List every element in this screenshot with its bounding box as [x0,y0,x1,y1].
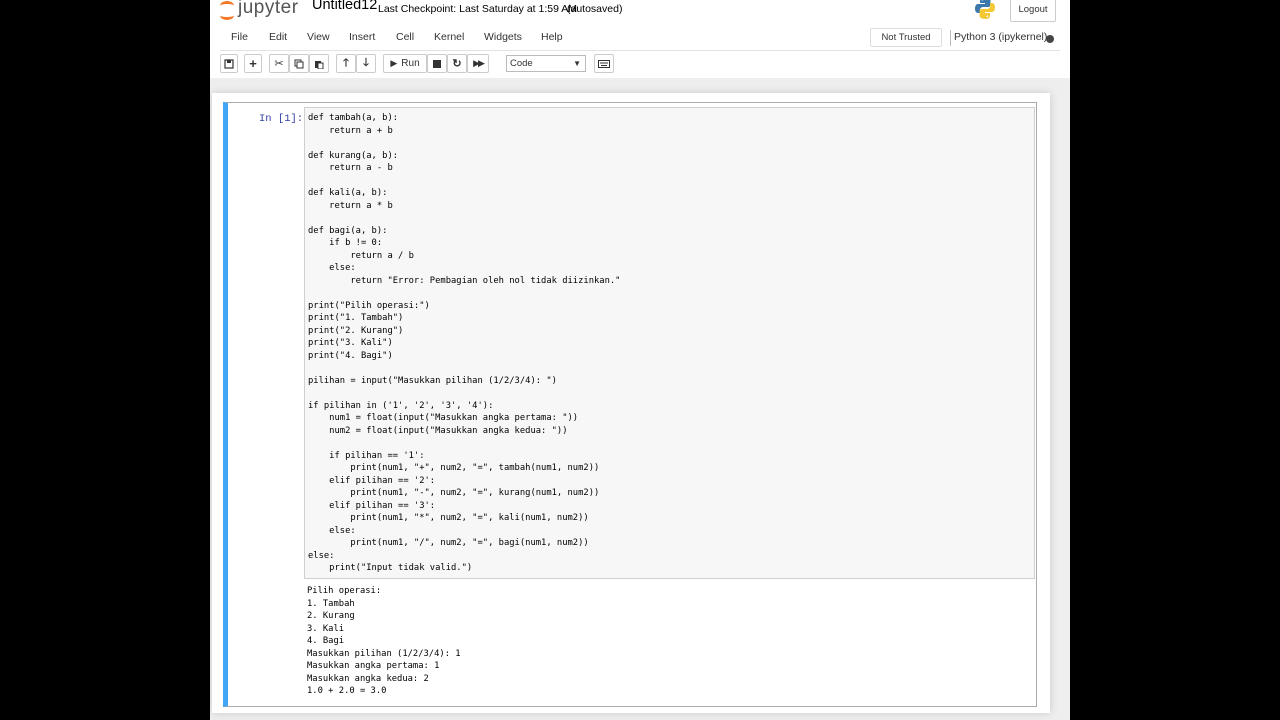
menu-insert[interactable]: Insert [349,31,375,43]
notebook-container: In [1]: def tambah(a, b): return a + b d… [212,93,1050,713]
python-logo-icon [975,0,995,19]
notebook-page: jupyter Untitled12 Last Checkpoint: Last… [210,0,1070,720]
restart-run-all-button[interactable]: ▶▶ [467,54,489,73]
keyboard-icon [598,59,610,68]
stop-icon [433,59,441,68]
cell-type-value: Code [510,58,533,69]
paste-icon [315,60,324,69]
menu-edit[interactable]: Edit [269,31,287,43]
restart-icon: ↻ [452,58,462,70]
code-cell[interactable]: In [1]: def tambah(a, b): return a + b d… [223,102,1037,707]
input-prompt: In [1]: [259,113,304,125]
logo-text: jupyter [238,0,299,18]
menu-file[interactable]: File [231,31,248,43]
fast-forward-icon: ▶▶ [473,58,485,68]
restart-button[interactable]: ↻ [447,54,467,73]
save-button[interactable] [220,54,238,73]
copy-button[interactable] [289,54,309,73]
header: jupyter Untitled12 Last Checkpoint: Last… [210,0,1070,78]
cut-icon: ✂ [274,58,284,70]
chevron-down-icon: ▼ [573,59,581,68]
arrow-up-icon: 🡑 [343,57,349,69]
copy-icon [294,59,304,68]
jupyter-logo-icon [220,0,234,20]
not-trusted-button[interactable]: Not Trusted [870,28,942,47]
interrupt-button[interactable] [427,54,447,73]
cell-type-select[interactable]: Code ▼ [506,55,586,72]
run-label: Run [401,58,420,69]
move-down-button[interactable]: 🡓 [356,54,376,73]
notebook-name[interactable]: Untitled12 [312,0,377,13]
menu-view[interactable]: View [307,31,330,43]
logout-button[interactable]: Logout [1010,0,1056,22]
menu-cell[interactable]: Cell [396,31,414,43]
paste-button[interactable] [309,54,329,73]
code-editor[interactable]: def tambah(a, b): return a + b def kuran… [304,107,1035,579]
code-text: def tambah(a, b): return a + b def kuran… [308,113,621,573]
menu-kernel[interactable]: Kernel [434,31,464,43]
insert-cell-button[interactable]: + [244,54,262,73]
cut-button[interactable]: ✂ [269,54,289,73]
run-icon: ▶ [390,58,398,68]
cell-output: Pilih operasi: 1. Tambah 2. Kurang 3. Ka… [307,586,461,696]
kernel-separator [950,30,951,46]
jupyter-logo[interactable]: jupyter [220,0,299,22]
menu-widgets[interactable]: Widgets [484,31,522,43]
kernel-name[interactable]: Python 3 (ipykernel) [954,31,1047,43]
command-palette-button[interactable] [594,54,614,73]
arrow-down-icon: 🡓 [363,57,369,69]
autosave-status: (autosaved) [567,3,623,15]
kernel-status-indicator [1046,35,1054,43]
move-up-button[interactable]: 🡑 [336,54,356,73]
checkpoint-status: Last Checkpoint: Last Saturday at 1:59 A… [378,3,578,15]
plus-icon: + [249,56,257,71]
menubar: File Edit View Insert Cell Kernel Widget… [220,28,1060,51]
save-icon [224,58,234,69]
run-button[interactable]: ▶ Run [383,54,427,73]
menu-help[interactable]: Help [541,31,563,43]
